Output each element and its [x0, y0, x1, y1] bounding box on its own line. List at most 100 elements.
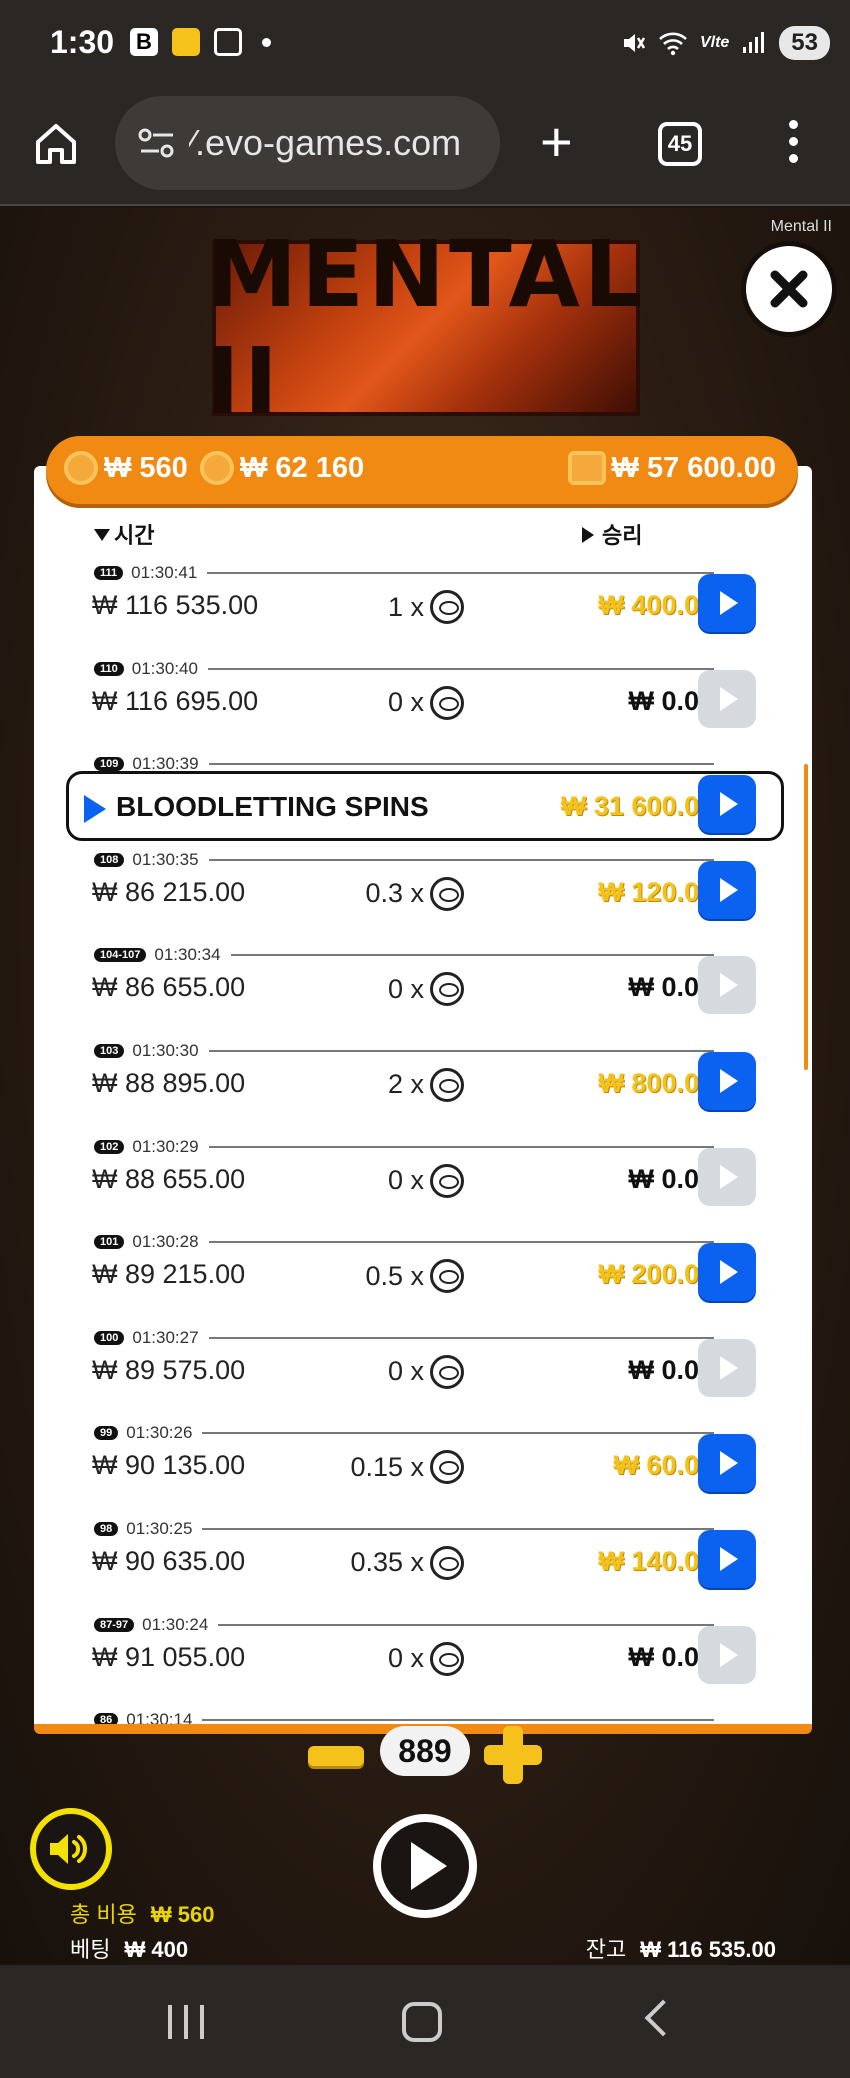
- browser-menu-button[interactable]: [786, 120, 800, 171]
- round-badge: 102: [94, 1139, 125, 1154]
- status-icons-right: Vlte 53: [620, 26, 830, 60]
- replay-button[interactable]: [698, 1147, 756, 1206]
- wallet-icon: [567, 451, 606, 485]
- game-area: MENTAL II Mental II 시간 승리 111 01:30:41 ₩ 1…: [0, 208, 850, 1965]
- replay-button[interactable]: [698, 1434, 756, 1493]
- battery-indicator: 53: [779, 26, 830, 60]
- win-amount: ₩ 0.00: [628, 972, 714, 1003]
- decrease-button[interactable]: [308, 1746, 364, 1766]
- multiplier: 1 x: [334, 590, 464, 624]
- replay-button[interactable]: [698, 775, 756, 834]
- replay-button[interactable]: [698, 1338, 756, 1397]
- balance-before: ₩ 89 215.00: [92, 1259, 246, 1290]
- win-amount: ₩ 400.00: [598, 590, 714, 620]
- status-time: 1:30: [50, 24, 115, 60]
- row-header: 102 01:30:29: [94, 1137, 714, 1156]
- multiplier: 0 x: [334, 1354, 464, 1389]
- round-time: 01:30:30: [132, 1040, 199, 1060]
- history-row: 111 01:30:41 ₩ 116 535.00 1 x ₩ 400.00: [34, 554, 812, 650]
- history-row: 103 01:30:30 ₩ 88 895.00 2 x ₩ 800.00: [34, 1032, 812, 1128]
- row-divider: [207, 572, 714, 574]
- sort-by-time[interactable]: 시간: [94, 518, 154, 550]
- balance-before: ₩ 88 895.00: [92, 1067, 246, 1098]
- round-time: 01:30:26: [126, 1423, 193, 1443]
- multiplier: 0.5 x: [334, 1259, 464, 1294]
- coin-icon: [430, 1641, 464, 1676]
- row-divider: [208, 1145, 714, 1148]
- round-time: 01:30:40: [131, 658, 198, 678]
- column-headers: 시간 승리: [34, 518, 812, 554]
- balance-before: ₩ 89 575.00: [92, 1354, 246, 1385]
- replay-button[interactable]: [698, 574, 756, 632]
- win-amount: ₩ 800.00: [598, 1067, 714, 1098]
- multiplier: 0 x: [334, 1641, 464, 1676]
- tab-switcher-button[interactable]: 45: [658, 122, 702, 166]
- balance-before: ₩ 88 655.00: [92, 1163, 246, 1194]
- multiplier: 0.3 x: [334, 876, 464, 911]
- win-amount: ₩ 0.00: [628, 1163, 714, 1194]
- replay-button[interactable]: [698, 1625, 756, 1684]
- mute-icon: [623, 34, 646, 52]
- sort-down-icon: [94, 529, 110, 541]
- nav-home-button[interactable]: [402, 2002, 442, 2042]
- multiplier: 2 x: [334, 1067, 464, 1102]
- balance-value: ₩ 116 535.00: [640, 1937, 776, 1962]
- increase-button[interactable]: [484, 1726, 542, 1784]
- new-tab-button[interactable]: +: [540, 114, 573, 170]
- row-divider: [202, 1527, 714, 1530]
- replay-button[interactable]: [698, 860, 756, 919]
- status-icons-left: B: [130, 28, 271, 56]
- recent-apps-button[interactable]: [168, 2005, 204, 2039]
- url-text: ⁄.evo-games.com: [189, 122, 462, 163]
- balance-before: ₩ 116 695.00: [92, 685, 259, 716]
- sort-by-win[interactable]: 승리: [582, 518, 642, 550]
- address-bar[interactable]: ⁄.evo-games.com: [115, 96, 500, 190]
- scrollbar[interactable]: [804, 764, 808, 1070]
- app-icon: [172, 28, 200, 56]
- coin-icon: [430, 1067, 464, 1102]
- multiplier: 0.15 x: [334, 1450, 464, 1485]
- nav-back-button[interactable]: [644, 1999, 682, 2037]
- close-button[interactable]: [746, 246, 832, 332]
- round-badge: 101: [94, 1235, 125, 1250]
- round-time: 01:30:35: [132, 849, 199, 869]
- lines-value: 889: [380, 1726, 470, 1776]
- history-list: 111 01:30:41 ₩ 116 535.00 1 x ₩ 400.00 110 01:…: [34, 554, 812, 1724]
- history-panel: 시간 승리 111 01:30:41 ₩ 116 535.00 1 x ₩ 400.00…: [34, 466, 812, 1734]
- row-header: 99 01:30:26: [94, 1423, 714, 1443]
- replay-button[interactable]: [698, 669, 756, 728]
- home-button[interactable]: [32, 120, 80, 168]
- sort-right-icon: [582, 527, 594, 543]
- round-time: 01:30:25: [126, 1518, 193, 1538]
- coin-icon: [430, 1354, 464, 1389]
- row-header: 110 01:30:40: [94, 658, 714, 678]
- volte-icon: Vlte: [699, 34, 730, 51]
- wallet-item: ₩ 57 600.00: [567, 451, 776, 485]
- round-time: 01:30:41: [131, 563, 198, 582]
- round-time: 01:30:28: [132, 1232, 199, 1252]
- replay-button[interactable]: [698, 1243, 756, 1302]
- row-header: 103 01:30:30: [94, 1040, 714, 1060]
- win-amount: ₩ 120.00: [598, 876, 714, 907]
- coin-icon: [430, 685, 464, 720]
- feature-play-icon: [84, 795, 106, 824]
- replay-button[interactable]: [698, 1529, 756, 1588]
- balance-before: ₩ 90 135.00: [92, 1450, 246, 1481]
- replay-button[interactable]: [698, 956, 756, 1015]
- browser-toolbar: ⁄.evo-games.com + 45: [0, 90, 850, 206]
- history-row: 104-107 01:30:34 ₩ 86 655.00 0 x ₩ 0.00: [34, 936, 812, 1032]
- replay-button[interactable]: [698, 1051, 756, 1110]
- wifi-icon: [659, 32, 687, 56]
- total-cost-value: ₩ 560: [150, 1902, 215, 1927]
- row-divider: [202, 1432, 714, 1435]
- coin-icon: [430, 590, 464, 624]
- round-time: 01:30:24: [142, 1614, 209, 1634]
- round-badge: 99: [94, 1426, 119, 1441]
- row-header: 111 01:30:41: [94, 563, 714, 582]
- round-badge: 104-107: [94, 948, 147, 963]
- spin-button[interactable]: [373, 1814, 477, 1918]
- balance-before: ₩ 86 655.00: [92, 972, 246, 1003]
- win-amount: ₩ 200.00: [598, 1259, 714, 1290]
- history-row: 102 01:30:29 ₩ 88 655.00 0 x ₩ 0.00: [34, 1128, 812, 1224]
- sound-button[interactable]: [30, 1808, 112, 1890]
